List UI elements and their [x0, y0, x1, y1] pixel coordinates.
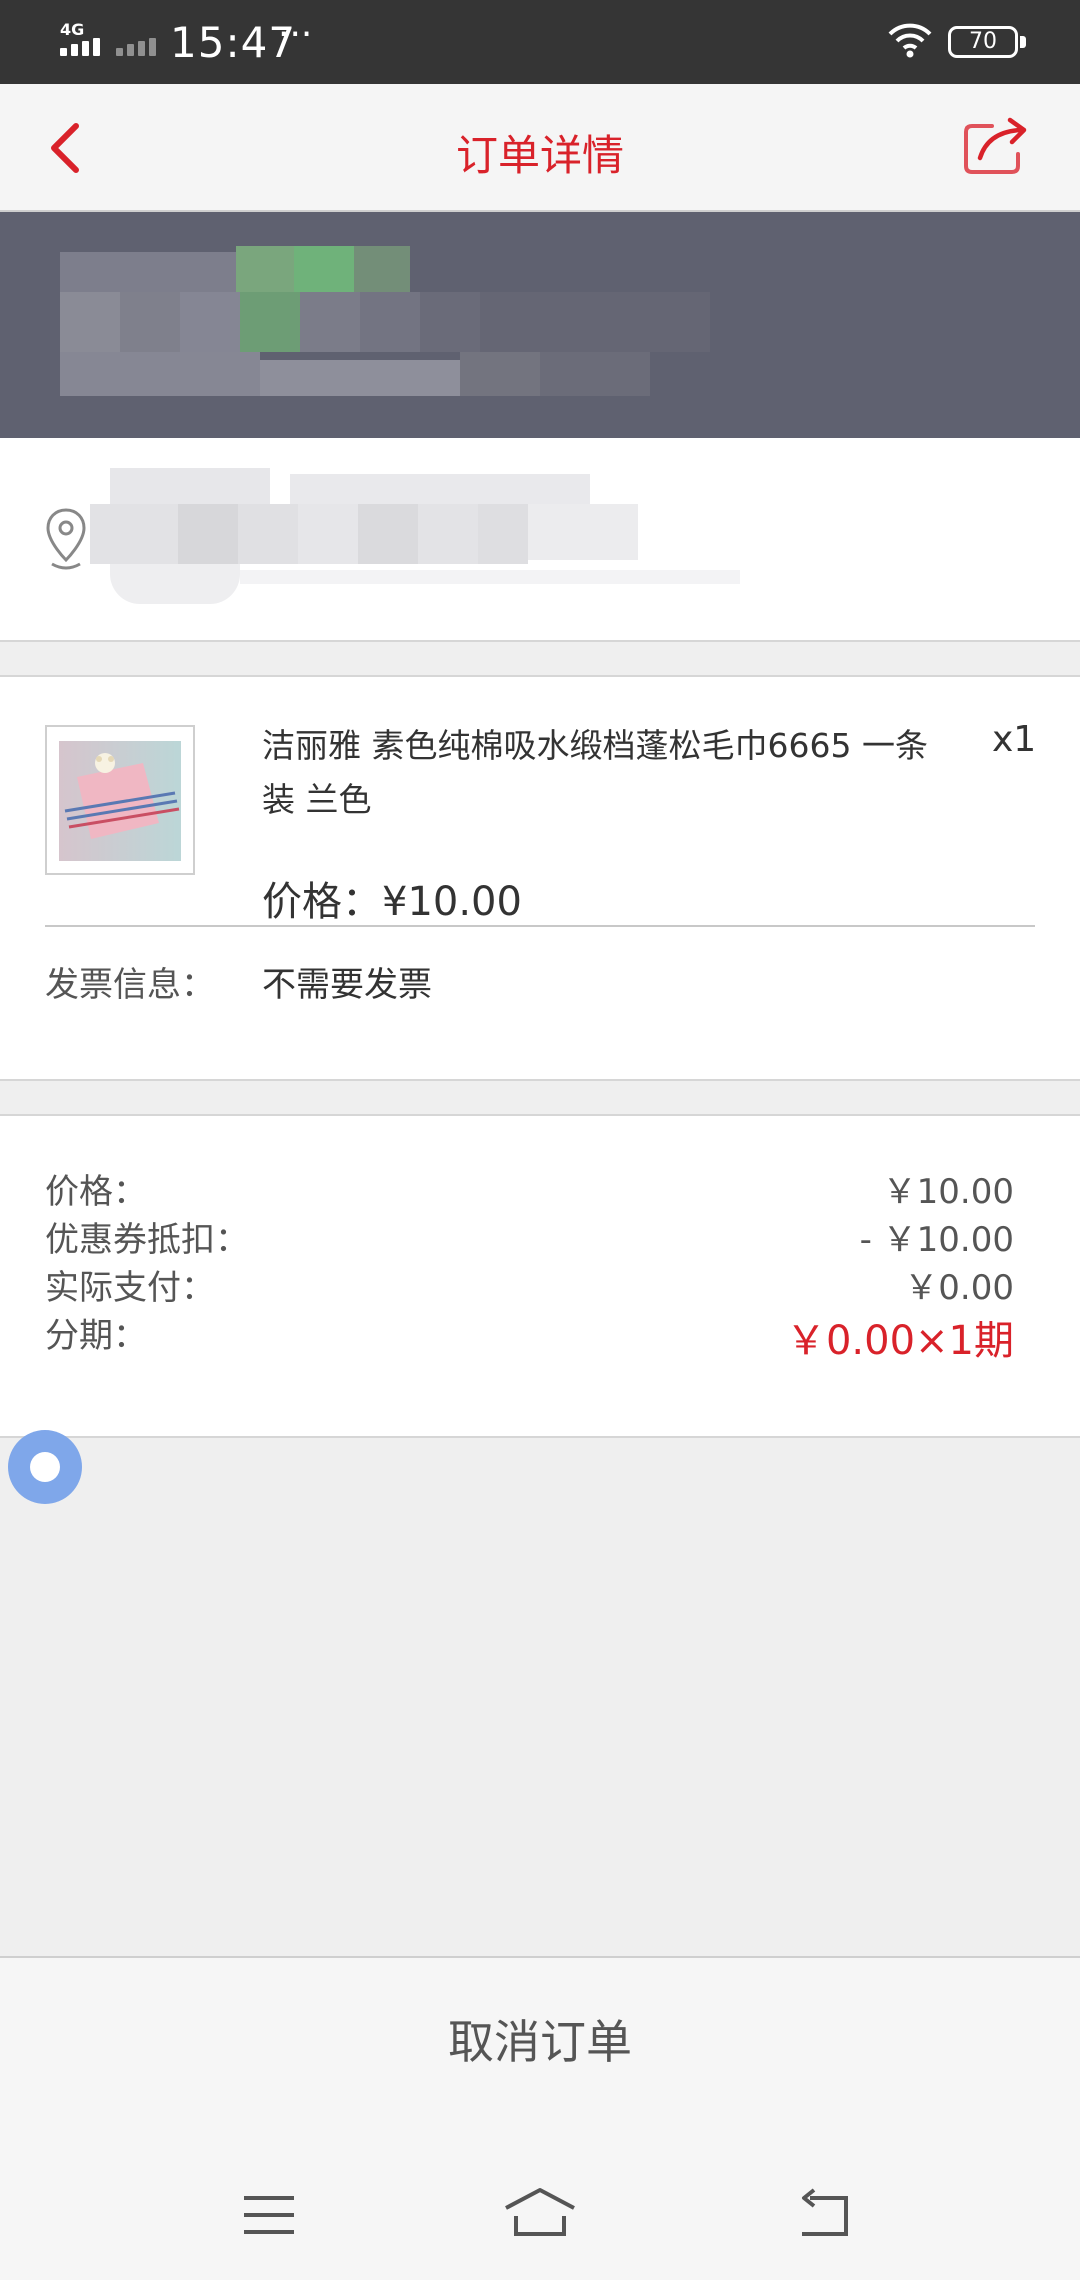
page-title: 订单详情 — [455, 131, 624, 180]
price-label: 价格： — [45, 1172, 147, 1212]
coupon-label: 优惠券抵扣： — [45, 1220, 249, 1260]
cancel-order-button[interactable]: 取消订单 — [0, 2006, 1080, 2072]
system-navigation-bar — [0, 2110, 1080, 2280]
battery-tip — [1020, 36, 1026, 48]
product-price: 价格：¥10.00 — [262, 879, 522, 925]
redacted-block — [300, 292, 360, 352]
redacted-block — [180, 292, 240, 352]
signal-icon-secondary — [116, 38, 162, 56]
redacted-block — [360, 292, 420, 352]
more-notifications-icon: ··· — [278, 14, 313, 55]
product-title[interactable]: 洁丽雅 素色纯棉吸水缎档蓬松毛巾6665 一条装 兰色 — [262, 719, 942, 827]
redacted-block — [528, 504, 638, 560]
floating-button-dot — [30, 1452, 60, 1482]
redacted-block — [418, 504, 478, 564]
signal-icon — [60, 38, 110, 56]
redacted-block — [60, 352, 260, 396]
redacted-block — [478, 504, 528, 564]
header: 订单详情 — [0, 84, 1080, 212]
actual-payment-value: ￥0.00 — [904, 1268, 1014, 1308]
product-thumbnail[interactable] — [45, 725, 195, 875]
floating-assistive-button[interactable] — [8, 1430, 82, 1504]
redacted-block — [240, 292, 300, 352]
product-section: 洁丽雅 素色纯棉吸水缎档蓬松毛巾6665 一条装 兰色 x1 价格：¥10.00… — [0, 675, 1080, 1081]
redacted-block — [110, 468, 270, 504]
divider — [45, 925, 1035, 927]
invoice-label: 发票信息： — [45, 965, 215, 1005]
order-status-panel — [0, 212, 1080, 438]
redacted-block — [110, 564, 240, 604]
redacted-block — [60, 292, 120, 352]
share-button[interactable] — [962, 114, 1036, 176]
battery-icon: 70 — [948, 26, 1018, 58]
invoice-value: 不需要发票 — [262, 965, 432, 1005]
redacted-block — [240, 570, 740, 584]
redacted-block — [540, 352, 650, 396]
address-section[interactable] — [0, 438, 1080, 642]
wifi-icon — [888, 23, 932, 58]
installment-value: ￥0.00×1期 — [785, 1318, 1014, 1364]
towel-image-icon — [59, 741, 181, 861]
redacted-block — [178, 504, 238, 564]
redacted-block — [260, 360, 460, 396]
bottom-action-bar: 取消订单 — [0, 1956, 1080, 2110]
redacted-block — [120, 292, 180, 352]
redacted-block — [290, 474, 590, 504]
coupon-value: - ￥10.00 — [859, 1220, 1014, 1260]
actual-payment-label: 实际支付： — [45, 1268, 215, 1308]
redacted-block — [90, 504, 178, 564]
installment-label: 分期： — [45, 1316, 147, 1356]
payment-summary: 价格： ￥10.00 优惠券抵扣： - ￥10.00 实际支付： ￥0.00 分… — [0, 1114, 1080, 1438]
redacted-block — [460, 352, 540, 396]
product-quantity: x1 — [992, 719, 1037, 760]
network-type: 4G — [60, 20, 85, 39]
back-nav-icon[interactable] — [794, 2188, 854, 2240]
redacted-block — [298, 504, 358, 564]
menu-icon[interactable] — [240, 2192, 298, 2238]
status-bar: 4G 15:47 ··· 70 — [0, 0, 1080, 84]
redacted-block — [480, 292, 710, 352]
home-icon[interactable] — [502, 2186, 578, 2238]
location-pin-icon — [46, 508, 86, 570]
redacted-block — [420, 292, 480, 352]
price-value: ￥10.00 — [882, 1172, 1014, 1212]
redacted-block — [238, 504, 298, 564]
redacted-block — [358, 504, 418, 564]
